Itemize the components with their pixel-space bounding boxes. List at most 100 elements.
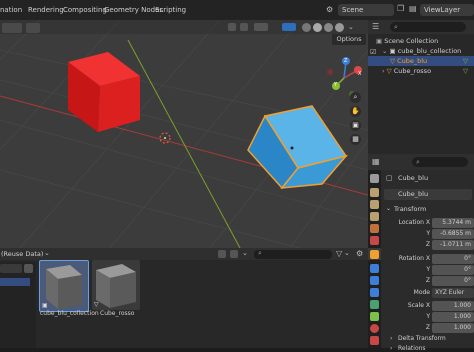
viewlayer-icon[interactable]: ▤: [409, 4, 417, 13]
rendered-shading-icon[interactable]: [335, 23, 344, 32]
mode-dropdown[interactable]: XYZ Euler: [432, 288, 474, 298]
scale-z-label: Z: [425, 324, 430, 331]
delta-expand-icon[interactable]: ›: [390, 335, 392, 342]
viewlayer-selector[interactable]: ViewLayer: [420, 4, 474, 16]
material-tab-icon[interactable]: [370, 324, 379, 333]
overlay-icon[interactable]: [254, 23, 268, 31]
perspective-grid-icon[interactable]: ▦: [350, 134, 361, 145]
material-shading-icon[interactable]: [324, 23, 333, 32]
output-tab-icon[interactable]: [370, 200, 379, 209]
wireframe-shading-icon[interactable]: [302, 23, 311, 32]
transform-header[interactable]: Transform: [394, 205, 426, 213]
tab-animation[interactable]: nation: [0, 4, 22, 16]
options-dropdown[interactable]: Options: [332, 34, 366, 45]
outliner-item-cube-rosso[interactable]: › ▽ Cube_rosso ▽: [382, 66, 474, 76]
outliner-item-cube-blu[interactable]: ▽ Cube_blu ▽: [368, 56, 474, 66]
filter-icon[interactable]: ▽: [336, 249, 342, 258]
gizmo-y-label: Y: [334, 82, 338, 88]
pan-hand-icon[interactable]: ✋: [350, 106, 361, 117]
modifier-tab-icon[interactable]: [370, 264, 379, 273]
scale-z-value: 1.000: [453, 324, 471, 331]
outliner-editor-icon[interactable]: ☰: [372, 22, 379, 31]
object-tab-selected[interactable]: [368, 248, 381, 260]
rotation-z-field[interactable]: 0°: [432, 276, 474, 286]
world-tab-icon[interactable]: [370, 236, 379, 245]
rotation-z-label: Z: [425, 277, 430, 284]
import-method-label[interactable]: (Reuse Data): [1, 250, 43, 258]
location-y-value: -0.6855 m: [440, 230, 471, 237]
location-x-field[interactable]: 5.3744 m: [432, 218, 474, 228]
rotation-y-value: 0°: [464, 266, 471, 273]
view-layer-tab-icon[interactable]: [370, 212, 379, 221]
cube-blu[interactable]: [247, 105, 349, 190]
solid-shading-icon[interactable]: [313, 23, 322, 32]
camera-icon[interactable]: ▣: [350, 120, 361, 131]
visibility-icon[interactable]: [228, 23, 236, 31]
scale-y-field[interactable]: 1.000: [432, 312, 474, 322]
catalog-item-selected[interactable]: [0, 278, 30, 286]
texture-tab-icon[interactable]: [370, 336, 379, 345]
copy-scene-icon[interactable]: ❐: [397, 4, 404, 13]
cube-rosso[interactable]: [68, 52, 140, 132]
options-label: Options: [336, 35, 362, 43]
outliner-search-input[interactable]: ⌕: [390, 22, 466, 32]
library-selector[interactable]: [0, 264, 22, 273]
asset-search-input[interactable]: ⌕: [254, 249, 332, 259]
display-list-icon[interactable]: [230, 250, 238, 258]
relations-expand-icon[interactable]: ›: [390, 345, 392, 352]
particles-tab-icon[interactable]: [370, 276, 379, 285]
outliner-item-label: Cube_rosso: [393, 67, 432, 75]
properties-panel: ▦ ⌕ ▢ Cube_blu Cube_blu ⌄ Transform Loca…: [368, 154, 474, 352]
view-menu-button[interactable]: [2, 23, 22, 33]
outliner-item-cube-blu-collection[interactable]: ⌄ ▣ cube_blu_collection: [382, 46, 474, 56]
tab-scripting[interactable]: Scripting: [155, 4, 186, 16]
location-z-field[interactable]: -1.0711 m: [432, 240, 474, 250]
zoom-icon[interactable]: ⌕: [350, 92, 361, 103]
location-y-field[interactable]: -0.6855 m: [432, 229, 474, 239]
checkbox-icon[interactable]: ☑: [370, 48, 376, 56]
display-grid-icon[interactable]: [218, 250, 226, 258]
rotation-y-field[interactable]: 0°: [432, 265, 474, 275]
xray-icon[interactable]: [282, 23, 296, 31]
outliner-scene-collection[interactable]: ▣ Scene Collection: [376, 36, 438, 46]
refresh-icon[interactable]: [24, 264, 33, 273]
transform-collapse-icon[interactable]: ⌄: [386, 205, 391, 212]
filter-chevron-icon[interactable]: ⌄: [344, 249, 350, 257]
scene-tab-icon[interactable]: [370, 224, 379, 233]
location-x-label: Location X: [398, 219, 430, 226]
tab-compositing[interactable]: Compositing: [63, 4, 107, 16]
constraints-tab-icon[interactable]: [370, 300, 379, 309]
scale-x-field[interactable]: 1.000: [432, 301, 474, 311]
3d-viewport[interactable]: ⌄ Options X Y Z ⌕ ✋ ▣ ▦: [0, 20, 368, 248]
gizmo-x-label: X: [358, 71, 362, 77]
scene-selector[interactable]: Scene: [338, 4, 394, 16]
scene-icon[interactable]: ⚙: [326, 5, 336, 15]
gizmo-icon[interactable]: [240, 23, 248, 31]
data-name-field[interactable]: Cube_blu: [384, 189, 472, 200]
asset-item-cube-blu-collection[interactable]: ▣: [39, 260, 89, 312]
shading-options-icon[interactable]: ⌄: [348, 23, 356, 31]
collection-badge-icon: ▣: [42, 302, 48, 309]
tab-rendering[interactable]: Rendering: [28, 4, 64, 16]
collection-icon: ▣: [376, 37, 385, 45]
asset-item-cube-rosso[interactable]: ▽: [92, 260, 140, 310]
search-icon: ⌕: [258, 249, 262, 257]
view-options-chevron-icon[interactable]: ⌄: [242, 249, 248, 257]
scene-collection-label: Scene Collection: [384, 37, 439, 45]
select-menu-button[interactable]: [26, 23, 40, 33]
properties-search-input[interactable]: ⌕: [412, 157, 468, 167]
physics-tab-icon[interactable]: [370, 288, 379, 297]
tool-tab-icon[interactable]: [370, 174, 379, 183]
relations-header[interactable]: Relations: [398, 345, 426, 352]
render-tab-icon[interactable]: [370, 188, 379, 197]
object-type-icon: ▢: [386, 174, 393, 182]
properties-editor-icon[interactable]: ▦: [372, 157, 380, 166]
settings-gear-icon[interactable]: ⚙: [356, 249, 363, 258]
rotation-x-field[interactable]: 0°: [432, 254, 474, 264]
data-tab-icon[interactable]: [370, 312, 379, 321]
delta-transform-header[interactable]: Delta Transform: [398, 335, 446, 342]
location-x-value: 5.3744 m: [442, 219, 471, 226]
dropdown-chevron-icon[interactable]: ⌄: [44, 249, 50, 257]
scale-z-field[interactable]: 1.000: [432, 323, 474, 333]
search-icon: ⌕: [394, 23, 398, 31]
